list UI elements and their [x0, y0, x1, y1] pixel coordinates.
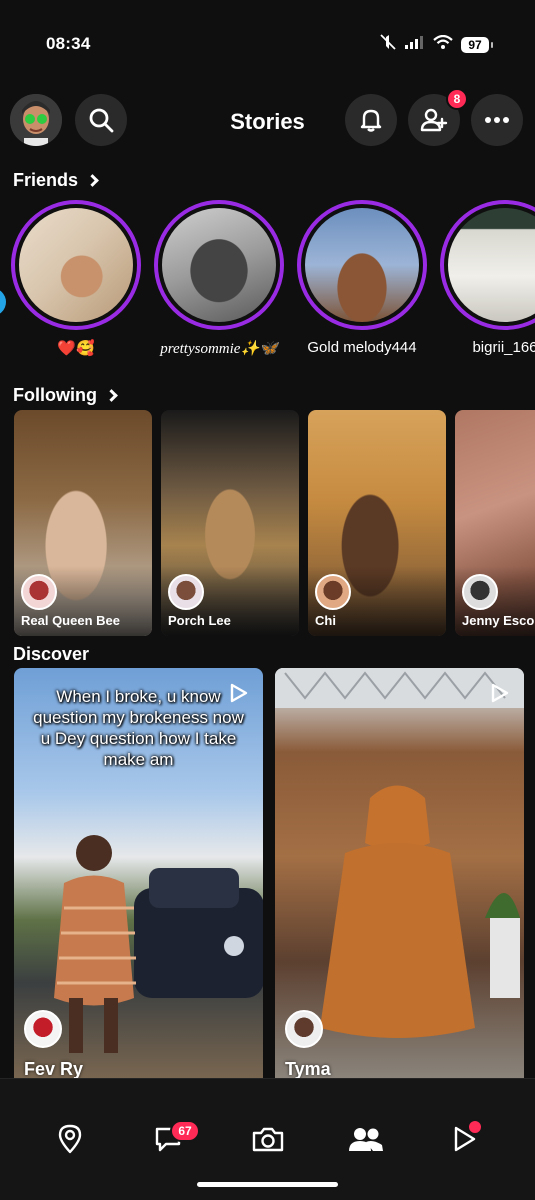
discover-story-card[interactable]: When I broke, u know question my brokene…	[14, 668, 263, 1078]
nav-map[interactable]	[50, 1119, 90, 1159]
chat-badge: 67	[170, 1120, 200, 1142]
friends-section-header[interactable]: Friends	[13, 170, 99, 191]
add-friend-icon	[420, 108, 448, 132]
play-icon	[488, 682, 510, 709]
story-author-name: Chi	[315, 613, 336, 628]
story-thumbnail	[19, 208, 133, 322]
chevron-right-icon	[86, 174, 99, 187]
nav-camera[interactable]	[248, 1119, 288, 1159]
friend-requests-badge: 8	[446, 88, 468, 110]
add-friends-button[interactable]: 8	[408, 88, 468, 146]
chevron-right-icon	[105, 389, 118, 402]
avatar	[21, 574, 57, 610]
more-options-button[interactable]	[471, 94, 523, 146]
search-icon	[89, 108, 114, 133]
story-author-name: Jenny Escobar	[462, 613, 535, 628]
friend-name: bigrii_166	[472, 339, 535, 356]
avatar	[168, 574, 204, 610]
friends-stories-row: ❤️🥰 prettysommie✨🦋 Gold melody444 bigrii…	[0, 200, 535, 370]
discover-section-header: Discover	[13, 644, 89, 665]
wifi-icon	[433, 34, 453, 54]
more-dots-icon	[485, 117, 509, 123]
following-story-card[interactable]: Chi	[308, 410, 446, 636]
story-author-name: Porch Lee	[168, 613, 231, 628]
discover-story-card[interactable]: Tyma	[275, 668, 524, 1078]
discover-row: When I broke, u know question my brokene…	[0, 668, 535, 1078]
avatar	[24, 1010, 62, 1048]
stories-header: Stories 8	[0, 88, 535, 148]
story-thumbnail	[162, 208, 276, 322]
following-section-header[interactable]: Following	[13, 385, 118, 406]
story-ring	[440, 200, 535, 330]
status-icons: 97	[379, 34, 493, 55]
story-author-name: Real Queen Bee	[21, 613, 120, 628]
following-story-card[interactable]: Porch Lee	[161, 410, 299, 636]
story-author-name: Fev Ry	[24, 1059, 84, 1078]
avatar	[315, 574, 351, 610]
following-stories-row: Real Queen Bee Porch Lee Chi Jenny Escob…	[0, 410, 535, 638]
story-thumbnail	[305, 208, 419, 322]
search-button[interactable]	[75, 94, 127, 146]
following-story-card[interactable]: Jenny Escobar	[455, 410, 535, 636]
story-ring	[11, 200, 141, 330]
spotlight-notification-dot	[467, 1119, 483, 1135]
play-icon	[227, 682, 249, 709]
battery-indicator: 97	[461, 36, 493, 53]
story-ring	[154, 200, 284, 330]
avatar	[462, 574, 498, 610]
following-story-card[interactable]: Real Queen Bee	[14, 410, 152, 636]
story-author-name: Tyma	[285, 1059, 331, 1078]
friend-story[interactable]: bigrii_166	[440, 200, 535, 356]
camera-icon	[252, 1127, 284, 1152]
discover-heading: Discover	[13, 644, 90, 664]
status-bar: 08:34 97	[0, 0, 535, 80]
nav-friends[interactable]	[346, 1119, 386, 1159]
story-thumbnail	[448, 208, 535, 322]
story-caption: When I broke, u know question my brokene…	[33, 687, 244, 769]
status-time: 08:34	[46, 34, 91, 53]
avatar	[285, 1010, 323, 1048]
friend-name: prettysommie✨🦋	[160, 341, 278, 357]
friends-icon	[349, 1128, 383, 1151]
friend-story[interactable]: ❤️🥰	[11, 200, 141, 357]
bitmoji-avatar	[10, 94, 62, 146]
mute-icon	[379, 34, 397, 55]
map-pin-icon	[58, 1124, 82, 1154]
profile-avatar-button[interactable]	[10, 94, 62, 146]
friend-name: ❤️🥰	[57, 340, 95, 357]
notifications-button[interactable]	[345, 94, 397, 146]
home-indicator[interactable]	[197, 1182, 338, 1187]
friend-story[interactable]: prettysommie✨🦋	[154, 200, 284, 358]
signal-icon	[405, 35, 425, 54]
friend-name: Gold melody444	[307, 339, 417, 356]
friends-heading: Friends	[13, 170, 79, 190]
friend-story[interactable]: Gold melody444	[297, 200, 427, 356]
bell-icon	[360, 109, 382, 132]
following-heading: Following	[13, 385, 97, 405]
story-ring	[297, 200, 427, 330]
